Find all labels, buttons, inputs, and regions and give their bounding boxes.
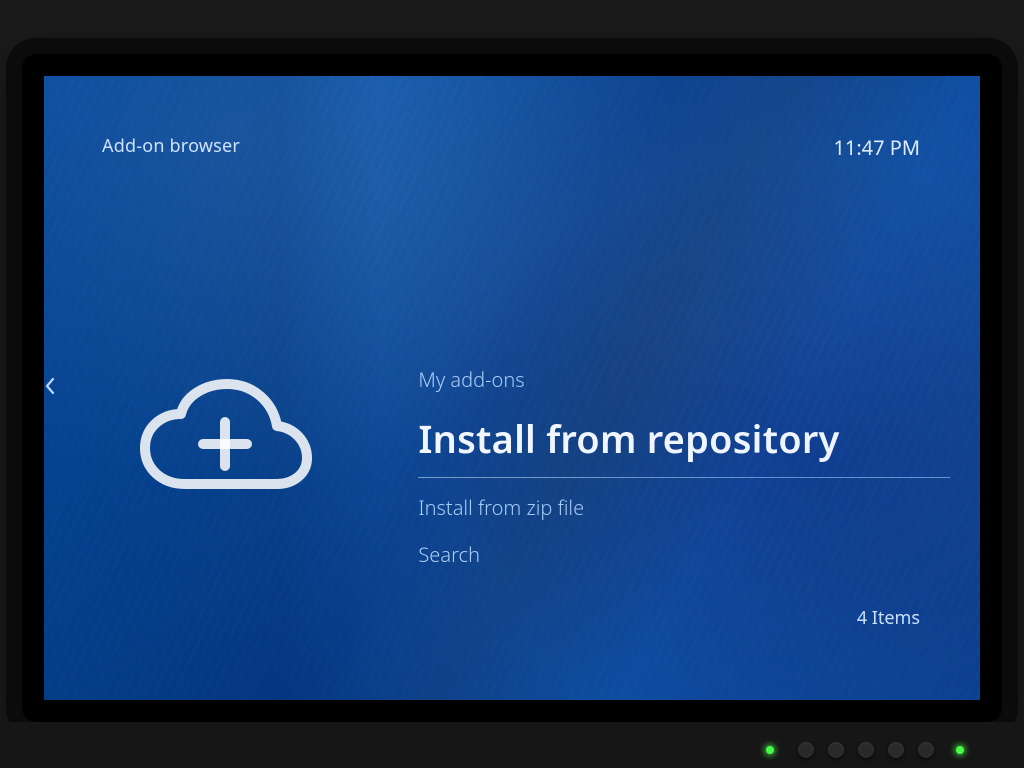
monitor-button: [858, 742, 874, 758]
items-count: 4 Items: [857, 606, 920, 630]
page-title: Add-on browser: [102, 134, 240, 158]
menu-item-my-addons[interactable]: My add-ons: [418, 356, 950, 403]
clock: 11:47 PM: [833, 134, 920, 161]
power-led-icon: [766, 746, 774, 754]
monitor-hardware: [0, 722, 1024, 768]
chevron-left-icon: [44, 377, 56, 400]
screen: Add-on browser 11:47 PM My add-ons Insta…: [44, 76, 980, 700]
addon-menu: My add-ons Install from repository Insta…: [418, 356, 950, 578]
monitor-button: [828, 742, 844, 758]
monitor-button: [798, 742, 814, 758]
cloud-plus-icon: [128, 376, 318, 506]
menu-item-install-from-repository[interactable]: Install from repository: [418, 403, 950, 478]
monitor-bezel: Add-on browser 11:47 PM My add-ons Insta…: [22, 54, 1002, 722]
monitor-button: [888, 742, 904, 758]
monitor-frame: Add-on browser 11:47 PM My add-ons Insta…: [0, 0, 1024, 768]
menu-item-search[interactable]: Search: [418, 531, 950, 578]
monitor-button: [918, 742, 934, 758]
status-led-icon: [956, 746, 964, 754]
menu-item-install-from-zip[interactable]: Install from zip file: [418, 484, 950, 531]
back-button[interactable]: [44, 376, 59, 400]
